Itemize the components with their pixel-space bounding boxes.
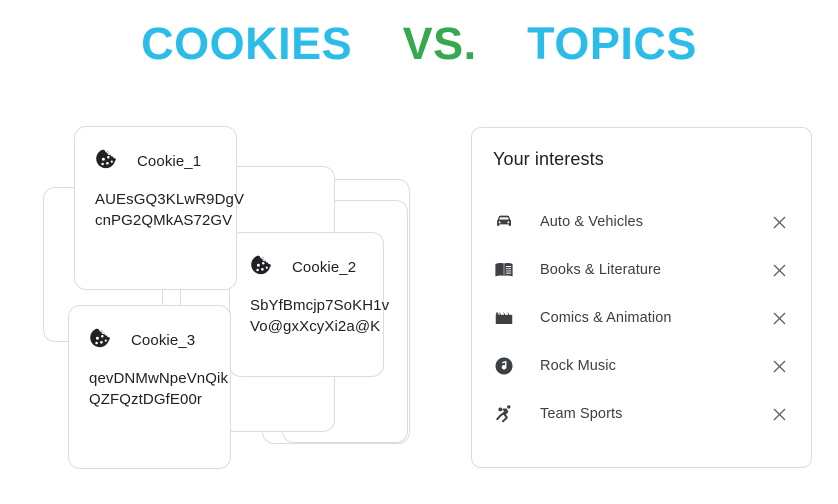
title-word-topics: TOPICS [527,18,697,69]
interest-label: Team Sports [540,406,623,422]
clapperboard-icon [492,306,516,330]
interest-row-auto-vehicles[interactable]: Auto & Vehicles [472,198,811,246]
cookie-card-2-name: Cookie_2 [292,258,357,276]
cookie-card-3-value: qevDNMwNpeVnQik QZFQztDGfE00r [89,368,228,410]
cookie-card-stack: Cookie_2 SbYfBmcjp7SoKH1v Vo@gxXcyXi2a@K… [0,0,440,504]
car-icon [492,210,516,234]
cookie-card-1-header: Cookie_1 [95,149,201,173]
close-icon[interactable] [768,403,790,425]
interests-panel: Your interests Auto & Vehicles Books & L… [471,127,812,468]
cookie-card-1-value-line2: cnPG2QMkAS72GV [95,212,233,229]
close-icon[interactable] [768,259,790,281]
close-icon[interactable] [768,307,790,329]
cookie-card-1[interactable]: Cookie_1 AUEsGQ3KLwR9DgV cnPG2QMkAS72GV [74,126,244,290]
cookie-card-3-name: Cookie_3 [131,331,196,349]
cookie-card-1-value-line1: AUEsGQ3KLwR9DgV [95,191,245,208]
cookie-card-2-value: SbYfBmcjp7SoKH1v Vo@gxXcyXi2a@K [250,295,389,337]
cookie-icon [251,255,271,275]
cookie-icon [96,149,116,169]
interest-label: Books & Literature [540,262,662,278]
interest-row-comics-animation[interactable]: Comics & Animation [472,294,811,342]
interest-label: Comics & Animation [540,310,672,326]
interest-row-books-literature[interactable]: Books & Literature [472,246,811,294]
cookie-card-3-value-line1: qevDNMwNpeVnQik [89,370,229,387]
book-icon [492,258,516,282]
sports-person-icon [492,402,516,426]
interest-label: Rock Music [540,358,616,374]
close-icon[interactable] [768,211,790,233]
cookie-card-1-name: Cookie_1 [137,152,202,170]
cookie-card-3-value-line2: QZFQztDGfE00r [89,391,202,408]
interest-row-rock-music[interactable]: Rock Music [472,342,811,390]
interests-list: Auto & Vehicles Books & Literature Comic… [472,198,811,438]
cookie-card-3[interactable]: Cookie_3 qevDNMwNpeVnQik QZFQztDGfE00r [68,305,231,469]
interest-row-team-sports[interactable]: Team Sports [472,390,811,438]
cookie-card-3-header: Cookie_3 [89,328,195,352]
cookie-card-2[interactable]: Cookie_2 SbYfBmcjp7SoKH1v Vo@gxXcyXi2a@K [229,232,389,377]
cookie-card-2-value-line2: Vo@gxXcyXi2a@K [250,318,381,335]
cookie-card-2-header: Cookie_2 [250,255,356,279]
close-icon[interactable] [768,355,790,377]
interests-heading: Your interests [493,149,604,169]
cookie-icon [90,328,110,348]
music-note-icon [492,354,516,378]
cookie-card-2-value-line1: SbYfBmcjp7SoKH1v [250,297,390,314]
cookie-card-1-value: AUEsGQ3KLwR9DgV cnPG2QMkAS72GV [95,189,244,231]
interest-label: Auto & Vehicles [540,214,644,230]
